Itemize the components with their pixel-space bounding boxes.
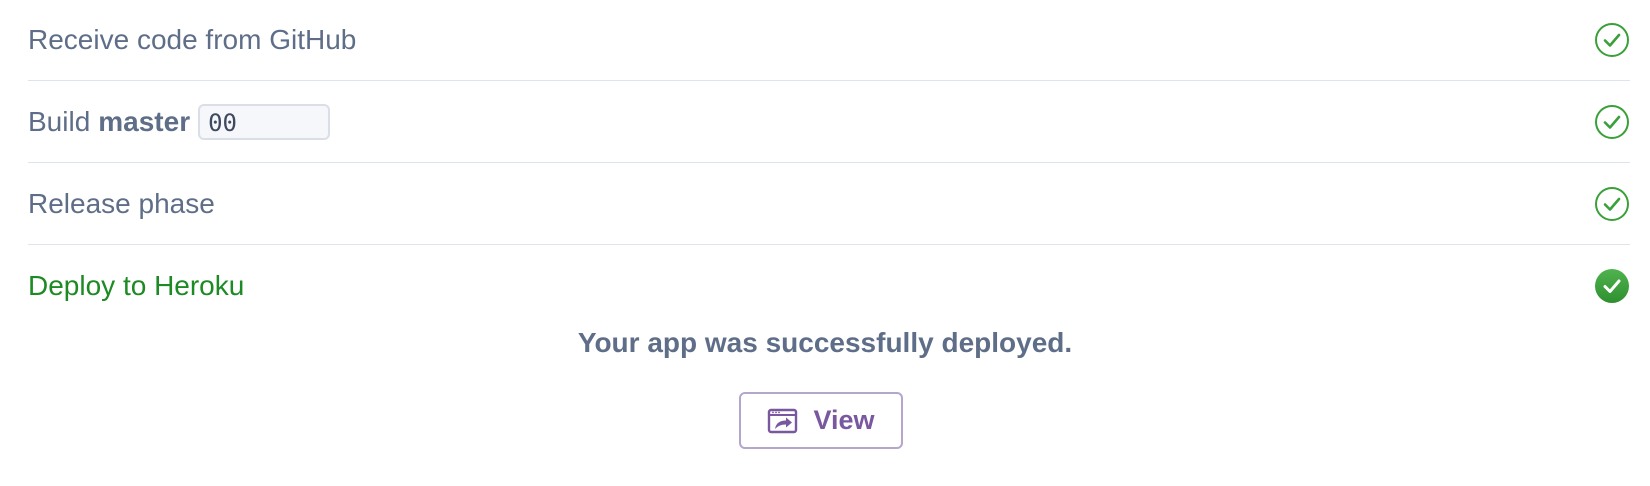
- deploy-steps-list: Receive code from GitHub Build master 00…: [28, 0, 1630, 327]
- check-circle-outline-icon: [1595, 23, 1629, 57]
- step-receive-code: Receive code from GitHub: [28, 0, 1630, 81]
- deploy-success-message: Your app was successfully deployed.: [577, 327, 1073, 358]
- step-release-phase: Release phase: [28, 163, 1630, 245]
- step-label: Deploy to Heroku: [28, 270, 245, 301]
- step-deploy: Deploy to Heroku: [28, 245, 1630, 327]
- step-build: Build master 00: [28, 81, 1630, 163]
- check-circle-outline-icon: [1595, 104, 1629, 139]
- step-label: Release phase: [28, 187, 215, 219]
- branch-name: master: [98, 105, 191, 137]
- deploy-panel: Receive code from GitHub Build master 00…: [0, 0, 1650, 486]
- check-circle-filled-icon: [1595, 269, 1629, 303]
- step-label: Receive code from GitHub: [28, 24, 357, 55]
- external-window-icon: [768, 408, 798, 433]
- step-label: Build master 00: [28, 103, 331, 140]
- check-circle-outline-icon: [1595, 186, 1629, 221]
- commit-hash[interactable]: 00: [198, 103, 331, 140]
- view-button-label: View: [813, 405, 875, 435]
- view-app-button[interactable]: View: [739, 392, 903, 449]
- build-label: Build: [28, 105, 91, 137]
